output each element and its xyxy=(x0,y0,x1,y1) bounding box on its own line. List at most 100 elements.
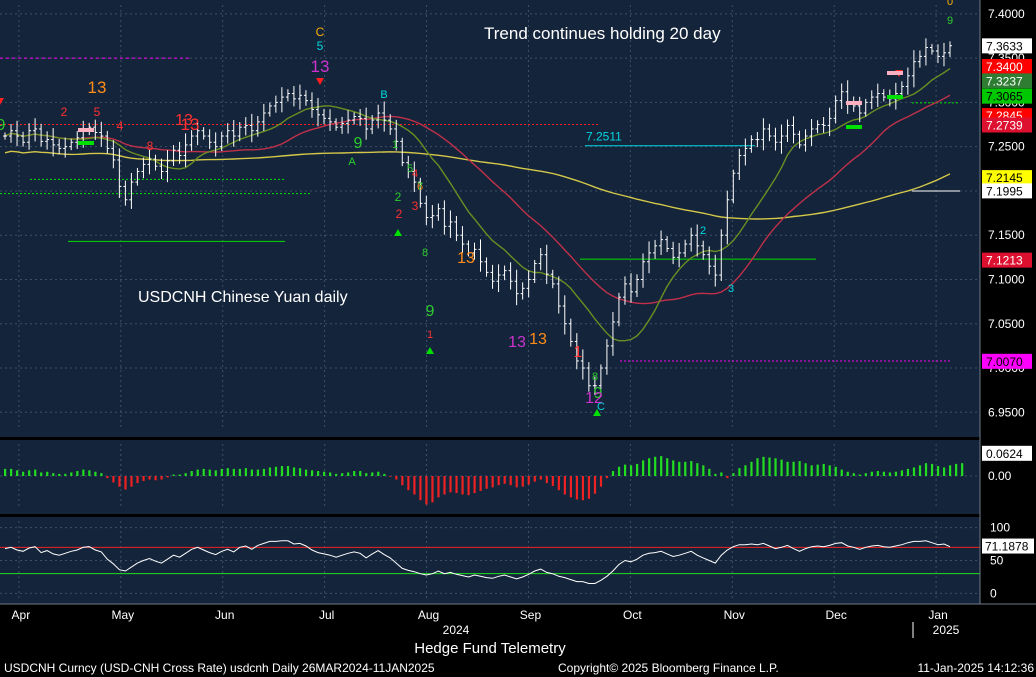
macd-bar xyxy=(551,476,554,486)
macd-bar xyxy=(816,464,819,476)
macd-bar xyxy=(455,476,458,494)
bar-annotation: 1 xyxy=(392,139,398,151)
macd-bar xyxy=(142,476,145,481)
footer-date: 11-Jan-2025 14:12:36 xyxy=(917,661,1034,675)
macd-bar xyxy=(124,476,127,490)
macd-bar xyxy=(226,468,229,476)
macd-bar xyxy=(262,468,266,476)
x-tick-label: May xyxy=(111,608,134,622)
price-value-label: 7.2145 xyxy=(986,171,1023,185)
macd-bar xyxy=(82,469,85,476)
macd-bar xyxy=(473,476,476,494)
macd-bar xyxy=(648,458,651,476)
bar-annotation: 2 xyxy=(61,105,68,119)
macd-bar xyxy=(268,467,272,476)
macd-bar xyxy=(347,472,350,476)
macd-bar xyxy=(732,473,735,476)
level-label: 7.2511 xyxy=(586,130,622,144)
macd-bar xyxy=(220,468,223,476)
macd-bar xyxy=(431,476,434,503)
price-value-label: 7.3237 xyxy=(986,74,1023,88)
macd-bar xyxy=(341,473,344,476)
macd-bar xyxy=(148,476,151,480)
macd-bar xyxy=(774,458,777,476)
macd-bar xyxy=(256,469,260,476)
x-tick-label: Sep xyxy=(520,608,542,622)
macd-value-label: 0.0624 xyxy=(986,447,1023,461)
macd-bar xyxy=(708,468,711,476)
macd-bar xyxy=(936,466,940,476)
macd-bar xyxy=(16,470,19,476)
y-tick-label: 7.0500 xyxy=(988,317,1025,331)
x-year-label: 2025 xyxy=(933,623,960,637)
macd-bar xyxy=(666,458,669,476)
macd-bar xyxy=(250,469,253,476)
bar-annotation: 9 xyxy=(354,135,363,152)
macd-bar xyxy=(274,466,278,476)
macd-bar xyxy=(34,469,37,476)
macd-bar xyxy=(545,476,548,484)
x-tick-label: Aug xyxy=(418,608,439,622)
macd-bar xyxy=(479,476,482,491)
macd-bar xyxy=(581,476,585,501)
macd-bar xyxy=(617,466,621,476)
macd-bar xyxy=(786,461,789,476)
macd-bar xyxy=(521,476,524,487)
macd-bar xyxy=(515,476,518,488)
macd-bar xyxy=(955,463,958,476)
macd-bar xyxy=(611,471,615,476)
macd-bar xyxy=(870,471,873,476)
macd-bar xyxy=(678,461,681,476)
macd-bar xyxy=(365,473,368,476)
macd-bar xyxy=(160,476,163,480)
macd-bar xyxy=(702,465,705,476)
bar-annotation: 8 xyxy=(592,371,598,383)
y-tick-label: 7.1000 xyxy=(988,272,1025,286)
macd-bar xyxy=(64,473,67,476)
macd-bar xyxy=(46,471,49,476)
macd-bar xyxy=(106,476,109,479)
macd-bar xyxy=(88,470,91,476)
macd-bar xyxy=(377,471,380,476)
setup-marker xyxy=(887,71,903,75)
macd-bar xyxy=(136,476,139,484)
macd-bar xyxy=(389,476,392,477)
macd-bar xyxy=(744,465,747,476)
macd-bar xyxy=(316,471,320,476)
macd-bar xyxy=(286,466,290,476)
macd-bar xyxy=(882,471,885,476)
macd-bar xyxy=(437,476,440,498)
bar-annotation: 2 xyxy=(396,207,403,221)
macd-bar xyxy=(76,471,79,476)
macd-bar xyxy=(509,476,512,486)
bar-annotation: 7 xyxy=(417,181,423,193)
macd-bar xyxy=(329,472,332,476)
y-tick-label: 7.2500 xyxy=(988,140,1025,154)
price-value-label: 7.0070 xyxy=(986,355,1023,369)
macd-bar xyxy=(906,468,910,476)
macd-bar xyxy=(738,468,741,476)
macd-bar xyxy=(359,471,362,476)
bar-annotation: 9 xyxy=(0,117,6,134)
macd-bar xyxy=(461,476,464,495)
macd-bar xyxy=(852,473,855,476)
bar-annotation: 4 xyxy=(117,119,124,133)
price-value-label: 7.1995 xyxy=(986,184,1023,198)
macd-bar xyxy=(876,471,879,476)
macd-bar xyxy=(4,468,7,476)
footer-title: Hedge Fund Telemetry xyxy=(414,640,566,657)
macd-bar xyxy=(750,461,753,476)
macd-bar xyxy=(924,463,928,476)
macd-bar xyxy=(467,476,470,496)
bar-annotation: 1 xyxy=(427,329,433,341)
macd-bar xyxy=(949,465,952,476)
macd-bar xyxy=(527,476,530,485)
macd-bar xyxy=(10,468,13,476)
chart-root: 7.2511 513924 138C513B9A12345672891313 131… xyxy=(0,0,1036,677)
macd-bar xyxy=(112,476,115,483)
macd-bar xyxy=(58,473,61,476)
y-tick-label: 6.9500 xyxy=(988,405,1025,419)
bar-annotation: A xyxy=(348,156,356,168)
macd-bar xyxy=(166,476,169,478)
macd-bar xyxy=(172,474,175,476)
